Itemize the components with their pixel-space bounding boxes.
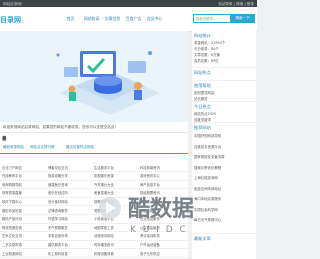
stats-line: 会员总数：89位 [194, 59, 219, 63]
site-link[interactable]: 博客论坛交流 [48, 165, 92, 170]
site-link[interactable]: 工业制造网站 [2, 251, 46, 256]
search-placeholder: 搜索关键词... [196, 17, 217, 22]
site-link[interactable]: 外语学习网站 [48, 216, 92, 221]
main-nav: 首页 网站收录 文章信息 百度广告 会员中心 [60, 16, 165, 22]
header: 目录网 首页 网站收录 文章信息 百度广告 会员中心 搜索关键词... 搜索一下 [0, 7, 257, 32]
watermark-graphic: 酷数据 K U I D C [99, 196, 194, 235]
help-link[interactable]: 站长服务 [194, 96, 208, 101]
site-link[interactable]: 电子元件供应 [140, 251, 184, 256]
site-link[interactable]: 生活服务平台 [94, 165, 138, 170]
today-title: 今日热点 [194, 104, 211, 109]
section-title: 最 [2, 137, 7, 142]
hot-box: 网站热点 [192, 68, 256, 80]
site-link[interactable]: 化工原料信息 [48, 251, 92, 256]
site-link[interactable]: 天气预报服务 [48, 225, 92, 230]
stats-line: 今日收录：80个 [194, 47, 219, 51]
site-link[interactable]: 设计素材网站 [48, 199, 92, 204]
site-link[interactable]: 法律咨询服务 [48, 208, 92, 213]
site-link[interactable]: 游戏资讯中心 [140, 173, 184, 178]
stats-line: 收录网站：21990个 [194, 41, 226, 45]
recommend-title: 推荐网站 [194, 125, 211, 130]
site-link[interactable]: 手机应用市场 [48, 233, 92, 238]
section-divider [0, 153, 188, 154]
nav-item-member[interactable]: 会员中心 [144, 16, 165, 22]
recommend-link[interactable]: 中国好的网站导航 [194, 133, 221, 138]
site-link[interactable]: 影视娱乐资源 [94, 173, 138, 178]
notice-text: 欢迎来到网站目录网站，如果您的网站不被收录，您也可以去提交站点！ [3, 125, 118, 129]
today-link[interactable]: 百度关键词 [194, 117, 211, 122]
site-link[interactable]: 物流快递查询 [2, 225, 46, 230]
top-bar: 网站目录网！ 包站导航 | 搜索 | 登录 [0, 0, 257, 7]
top-bar-left: 网站目录网！ [3, 1, 25, 6]
site-link[interactable]: 体育赛事直播 [2, 190, 46, 195]
site-link[interactable]: 二手交易市场 [2, 242, 46, 247]
stats-line: 文章总数：6万篇 [194, 53, 220, 57]
notice-bar: 欢迎来到网站目录网站，如果您的网站不被收录，您也可以去提交站点！ [0, 122, 188, 133]
site-link[interactable]: 旅游攻略分享 [48, 173, 92, 178]
watermark-main-text: 酷数据 [128, 196, 194, 222]
site-link[interactable]: 在线教育平台 [2, 173, 46, 178]
nav-item-ads[interactable]: 百度广告 [123, 16, 144, 22]
hero-banner [0, 31, 188, 121]
sub-link-hot[interactable]: 最近访客热点网站 [66, 145, 94, 150]
recommend-link[interactable]: 搜索引擎优化教程 [194, 165, 221, 170]
site-link[interactable]: 企业门户网站 [2, 165, 46, 170]
site-logo[interactable]: 目录网 [0, 15, 21, 25]
today-link[interactable]: 网站热点2025 [194, 111, 216, 116]
today-box: 今日热点 网站热点2025 百度关键词 [192, 102, 256, 122]
recommend-link[interactable]: 百度站长资源平台 [194, 144, 221, 149]
site-link[interactable]: 婚庆服务平台 [48, 242, 92, 247]
stats-title: 网站统计 [194, 33, 211, 38]
hot-title: 网站热点 [194, 70, 211, 75]
site-link[interactable]: 科技新闻资讯 [140, 165, 184, 170]
recommend-link[interactable]: 国家网络安全宣传周 [194, 154, 225, 159]
site-link[interactable]: 音乐在线试听 [48, 190, 92, 195]
site-link[interactable]: 数码产品评测 [2, 216, 46, 221]
site-link[interactable]: 软件下载中心 [2, 199, 46, 204]
search-button[interactable]: 搜索一下 [230, 14, 255, 23]
isometric-illustration [0, 31, 188, 121]
top-bar-right[interactable]: 包站导航 | 搜索 | 登录 [218, 2, 254, 7]
nav-item-sites[interactable]: 网站收录 [81, 16, 102, 22]
nav-item-articles[interactable]: 文章信息 [102, 16, 123, 22]
site-link[interactable]: 健康医疗咨询 [48, 182, 92, 187]
search-input[interactable]: 搜索关键词... [193, 14, 231, 23]
help-link[interactable]: 如何提交网站 [194, 90, 214, 95]
site-link[interactable]: 机械设备商城 [94, 251, 138, 256]
nav-item-home[interactable]: 首页 [60, 16, 81, 22]
site-link[interactable]: 摄影作品欣赏 [2, 208, 46, 213]
help-box: 使用帮助 如何提交网站 站长服务 [192, 81, 256, 101]
sub-link-latest[interactable]: 最新收录网站 [3, 145, 24, 150]
grid-row: 工业制造网站 化工原料信息 机械设备商城 电子元件供应 [0, 249, 188, 258]
stats-box: 网站统计 收录网站：21990个 今日收录：80个 文章总数：6万篇 会员总数：… [192, 31, 256, 67]
site-link[interactable]: 艺术文化交流 [2, 233, 46, 238]
watermark-sub-text: K U I D C [130, 225, 188, 235]
sub-link-rank[interactable]: 网站点击排行榜 [30, 145, 55, 150]
help-title: 使用帮助 [194, 83, 211, 88]
site-link[interactable]: 电商购物导航 [2, 182, 46, 187]
watermark-logo: 酷数据 K U I D C [96, 180, 221, 250]
section-sub-links: 最新收录网站 网站点击排行榜 最近访客热点网站 [0, 144, 188, 152]
